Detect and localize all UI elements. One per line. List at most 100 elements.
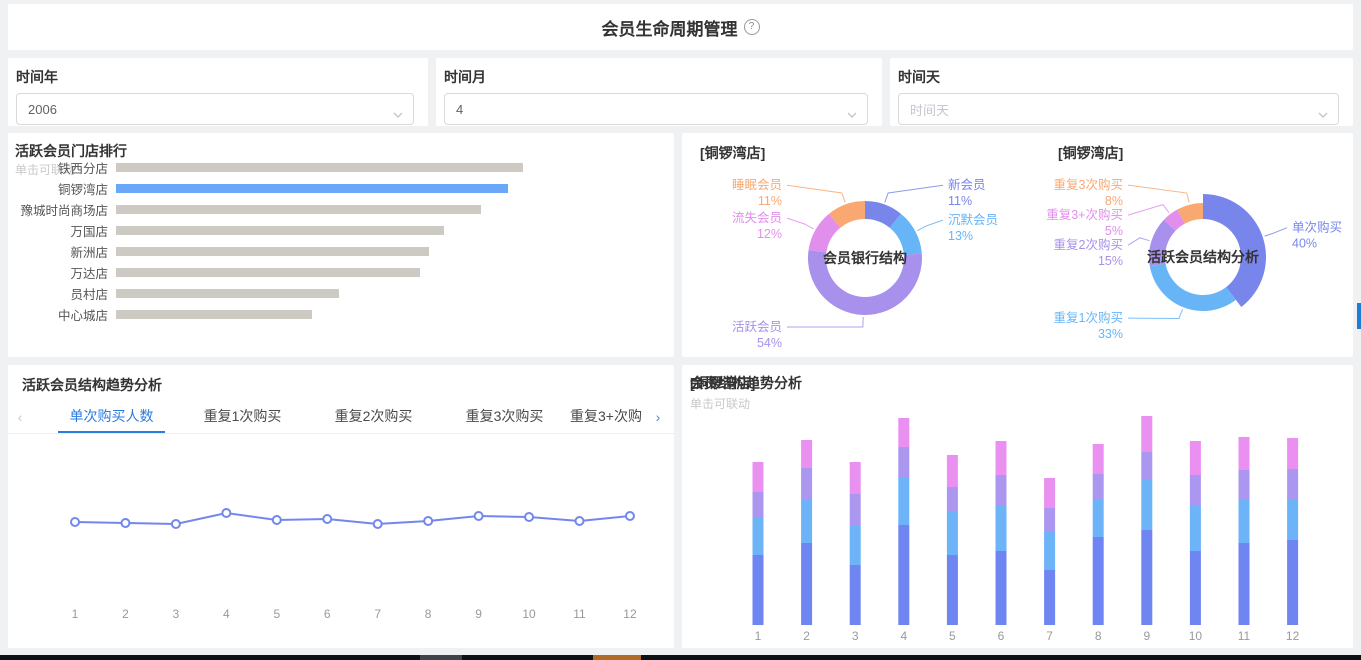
stacked-bar-segment[interactable]: [1190, 441, 1201, 475]
stacked-bar-segment[interactable]: [1287, 499, 1298, 540]
store-bar-row[interactable]: 铁西分店: [8, 157, 664, 178]
stacked-bar-segment[interactable]: [1141, 416, 1152, 452]
line-point[interactable]: [172, 520, 180, 528]
line-point[interactable]: [626, 512, 634, 520]
stacked-bar-segment[interactable]: [801, 500, 812, 543]
line-point[interactable]: [576, 517, 584, 525]
stacked-bar-segment[interactable]: [1093, 500, 1104, 537]
donut-label-line: [787, 317, 863, 327]
line-point[interactable]: [424, 517, 432, 525]
store-bar-row[interactable]: 万国店: [8, 220, 664, 241]
store-bar[interactable]: [116, 289, 339, 298]
store-bar[interactable]: [116, 247, 429, 256]
store-bar[interactable]: [116, 310, 312, 319]
stacked-bar-segment[interactable]: [1190, 505, 1201, 551]
stacked-bar-segment[interactable]: [801, 440, 812, 468]
store-bar[interactable]: [116, 205, 481, 214]
stacked-bar-segment[interactable]: [1287, 438, 1298, 469]
stacked-bar-segment[interactable]: [753, 555, 764, 625]
store-bar[interactable]: [116, 226, 444, 235]
line-point[interactable]: [121, 519, 129, 527]
store-bar-label: 万国店: [8, 221, 116, 240]
line-point[interactable]: [222, 509, 230, 517]
stacked-bar-segment[interactable]: [1093, 444, 1104, 474]
donut-label: 单次购买40%: [1292, 220, 1342, 251]
donut-label: 沉默会员13%: [948, 212, 998, 243]
stacked-bar-segment[interactable]: [801, 468, 812, 500]
store-bar-label: 万达店: [8, 263, 116, 282]
line-point[interactable]: [71, 518, 79, 526]
store-bar-label: 新洲店: [8, 242, 116, 261]
stacked-bar-segment[interactable]: [996, 441, 1007, 475]
donut-label: 重复1次购买33%: [1054, 310, 1123, 341]
stacked-bar-segment[interactable]: [1190, 551, 1201, 625]
x-axis-label: 12: [1286, 629, 1300, 643]
chevron-down-icon: [847, 106, 857, 121]
stacked-bar-segment[interactable]: [947, 511, 958, 555]
store-bar-row[interactable]: 万达店: [8, 262, 664, 283]
stacked-bar-segment[interactable]: [801, 543, 812, 625]
help-icon[interactable]: ?: [744, 19, 760, 35]
stacked-bar-segment[interactable]: [947, 555, 958, 625]
donut-label-line: [787, 185, 845, 202]
line-point[interactable]: [475, 512, 483, 520]
store-bar-track: [116, 163, 664, 172]
stacked-bar-segment[interactable]: [753, 492, 764, 518]
stacked-bar-segment[interactable]: [1093, 537, 1104, 625]
stacked-bar-segment[interactable]: [850, 462, 861, 494]
stacked-bar-segment[interactable]: [1287, 469, 1298, 499]
stacked-bar-segment[interactable]: [1044, 508, 1055, 532]
store-bar-row[interactable]: 新洲店: [8, 241, 664, 262]
stacked-bar-segment[interactable]: [1239, 437, 1250, 470]
stacked-bar-segment[interactable]: [898, 418, 909, 447]
scrollbar-thumb[interactable]: [1357, 303, 1361, 329]
stacked-bar-segment[interactable]: [996, 551, 1007, 625]
stacked-bar-segment[interactable]: [1190, 475, 1201, 505]
donut1-center-label: 会员银行结构: [823, 248, 907, 268]
donut-segment[interactable]: [1150, 263, 1236, 311]
store-bar[interactable]: [116, 268, 420, 277]
line-point[interactable]: [525, 513, 533, 521]
taskbar-segment-orange: [593, 655, 641, 660]
store-bar-row[interactable]: 铜锣湾店: [8, 178, 664, 199]
stacked-bar-segment[interactable]: [1093, 474, 1104, 500]
x-axis-label: 11: [1238, 629, 1251, 643]
stacked-bar-segment[interactable]: [850, 494, 861, 526]
store-bar-row[interactable]: 豫城时尚商场店: [8, 199, 664, 220]
stacked-bar-segment[interactable]: [996, 505, 1007, 551]
line-point[interactable]: [323, 515, 331, 523]
filter-month-select[interactable]: 4: [444, 93, 868, 125]
stacked-bar-segment[interactable]: [1239, 543, 1250, 625]
x-axis-label: 12: [623, 607, 637, 621]
stacked-bar-segment[interactable]: [898, 477, 909, 525]
stacked-bar-segment[interactable]: [1044, 532, 1055, 570]
stacked-bar-segment[interactable]: [753, 518, 764, 555]
stacked-bar-segment[interactable]: [1044, 478, 1055, 508]
stacked-bar-segment[interactable]: [1141, 530, 1152, 625]
stacked-bar-segment[interactable]: [1141, 480, 1152, 530]
filter-year-select[interactable]: 2006: [16, 93, 414, 125]
stacked-bar-segment[interactable]: [850, 565, 861, 625]
stacked-bar-segment[interactable]: [1239, 470, 1250, 500]
store-bar[interactable]: [116, 184, 508, 193]
line-point[interactable]: [273, 516, 281, 524]
line-point[interactable]: [374, 520, 382, 528]
stacked-bar-segment[interactable]: [1141, 452, 1152, 480]
filter-day-select[interactable]: 时间天: [898, 93, 1339, 125]
x-axis-label: 9: [1143, 629, 1150, 643]
store-bar-row[interactable]: 中心城店: [8, 304, 664, 325]
stacked-bar-segment[interactable]: [898, 447, 909, 477]
stacked-bar-segment[interactable]: [898, 525, 909, 625]
stacked-bar-segment[interactable]: [947, 487, 958, 511]
store-bar-row[interactable]: 员村店: [8, 283, 664, 304]
stacked-bar-segment[interactable]: [947, 455, 958, 487]
store-bar[interactable]: [116, 163, 523, 172]
stacked-bar-segment[interactable]: [753, 462, 764, 492]
stacked-bar-segment[interactable]: [1287, 540, 1298, 625]
donut-label: 睡眠会员11%: [732, 178, 782, 208]
stacked-bar-segment[interactable]: [1044, 570, 1055, 625]
donut-label: 重复3+次购买5%: [1046, 207, 1123, 238]
stacked-bar-segment[interactable]: [850, 526, 861, 565]
stacked-bar-segment[interactable]: [1239, 500, 1250, 543]
stacked-bar-segment[interactable]: [996, 475, 1007, 505]
